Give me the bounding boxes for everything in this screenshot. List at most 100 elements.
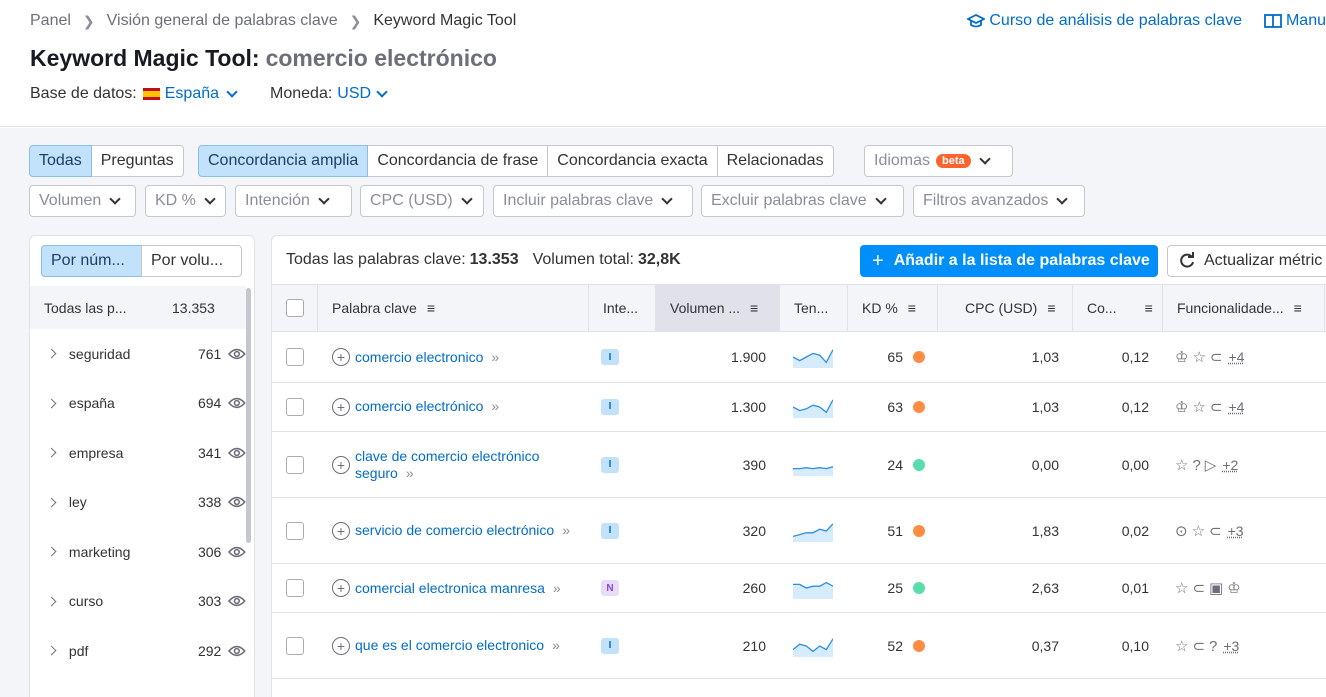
row-checkbox[interactable] xyxy=(286,636,304,655)
intent-badge: N xyxy=(601,580,619,596)
update-metrics-button[interactable]: Actualizar métric xyxy=(1167,245,1326,277)
keyword-link[interactable]: que es el comercio electronico » xyxy=(355,637,560,654)
serp-feature-icons: ☆?▷ xyxy=(1175,456,1221,474)
group-item[interactable]: ley 338 xyxy=(30,478,247,528)
breadcrumb-panel[interactable]: Panel xyxy=(30,12,71,30)
header-volume[interactable]: Volumen ... ≡ xyxy=(656,285,780,331)
row-checkbox[interactable] xyxy=(286,348,304,367)
header-cpc[interactable]: CPC (USD) ≡ xyxy=(938,285,1073,331)
filter-intent[interactable]: Intención xyxy=(235,185,352,217)
tab-questions[interactable]: Preguntas xyxy=(90,145,184,177)
add-keyword-icon[interactable]: + xyxy=(332,348,350,367)
row-checkbox[interactable] xyxy=(286,397,304,416)
double-chevron-icon[interactable]: » xyxy=(406,465,414,481)
double-chevron-icon[interactable]: » xyxy=(552,637,560,653)
more-features-link[interactable]: +3 xyxy=(1228,523,1244,539)
add-keyword-icon[interactable]: + xyxy=(332,521,350,540)
eye-icon[interactable] xyxy=(228,496,247,508)
competition-value: 0,01 xyxy=(1121,580,1149,596)
eye-icon[interactable] xyxy=(228,397,247,409)
add-keyword-icon[interactable]: + xyxy=(332,397,350,416)
header-intent[interactable]: Inte... xyxy=(589,285,656,331)
add-keyword-icon[interactable]: + xyxy=(332,455,350,474)
tab-broad-match[interactable]: Concordancia amplia xyxy=(198,145,369,177)
more-features-link[interactable]: +4 xyxy=(1228,349,1244,365)
manual-link[interactable]: Manu xyxy=(1264,12,1326,30)
chevron-right-icon[interactable] xyxy=(46,398,57,409)
double-chevron-icon[interactable]: » xyxy=(562,522,570,538)
course-link[interactable]: Curso de análisis de palabras clave xyxy=(967,12,1242,30)
chevron-right-icon[interactable] xyxy=(46,596,57,607)
group-item[interactable]: españa 694 xyxy=(30,379,247,429)
group-item[interactable]: marketing 306 xyxy=(30,527,247,577)
header-select-all[interactable] xyxy=(272,285,318,331)
eye-icon[interactable] xyxy=(228,447,247,459)
filter-cpc[interactable]: CPC (USD) xyxy=(360,185,484,217)
row-select[interactable] xyxy=(286,564,304,612)
filter-volume[interactable]: Volumen xyxy=(29,185,136,217)
breadcrumb-overview[interactable]: Visión general de palabras clave xyxy=(107,12,338,30)
group-all-row[interactable]: Todas las p... 13.353 xyxy=(30,286,246,329)
languages-dropdown[interactable]: Idiomas beta xyxy=(864,145,1013,177)
chevron-right-icon[interactable] xyxy=(46,546,57,557)
add-to-keyword-list-button[interactable]: + Añadir a la lista de palabras clave xyxy=(860,245,1158,277)
tab-phrase-match[interactable]: Concordancia de frase xyxy=(367,145,549,177)
eye-icon[interactable] xyxy=(228,645,247,657)
tab-related[interactable]: Relacionadas xyxy=(716,145,834,177)
chevron-right-icon[interactable] xyxy=(46,645,57,656)
double-chevron-icon[interactable]: » xyxy=(553,580,561,596)
filter-include-keywords[interactable]: Incluir palabras clave xyxy=(493,185,693,217)
keyword-link[interactable]: comercial electronica manresa » xyxy=(355,580,561,597)
keyword-link[interactable]: comercio electronico » xyxy=(355,349,499,366)
double-chevron-icon[interactable]: » xyxy=(491,398,499,414)
header-keyword[interactable]: Palabra clave ≡ xyxy=(318,285,589,331)
group-item[interactable]: seguridad 761 xyxy=(30,329,247,379)
row-select[interactable] xyxy=(286,432,304,497)
chevron-down-icon xyxy=(874,193,887,205)
row-checkbox[interactable] xyxy=(286,521,304,540)
tab-by-number[interactable]: Por núm... xyxy=(41,245,142,277)
database-selector[interactable]: España xyxy=(137,85,240,103)
select-all-checkbox[interactable] xyxy=(286,299,304,317)
row-checkbox[interactable] xyxy=(286,579,304,597)
sort-icon: ≡ xyxy=(1047,300,1056,316)
tab-exact-match[interactable]: Concordancia exacta xyxy=(547,145,718,177)
filter-advanced[interactable]: Filtros avanzados xyxy=(913,185,1085,217)
more-features-link[interactable]: +3 xyxy=(1223,638,1239,654)
add-keyword-icon[interactable]: + xyxy=(332,579,350,597)
keyword-link[interactable]: comercio electrónico » xyxy=(355,398,499,415)
more-features-link[interactable]: +2 xyxy=(1222,457,1238,473)
kd-value: 63 xyxy=(887,398,903,415)
eye-icon[interactable] xyxy=(228,546,247,558)
double-chevron-icon[interactable]: » xyxy=(491,349,499,365)
page-title-query: comercio electrónico xyxy=(265,45,497,71)
group-item[interactable]: pdf 292 xyxy=(30,626,247,676)
keyword-link[interactable]: servicio de comercio electrónico » xyxy=(355,522,570,539)
chevron-right-icon[interactable] xyxy=(46,497,57,508)
row-select[interactable] xyxy=(286,498,304,563)
competition-value: 0,12 xyxy=(1121,349,1149,366)
add-keyword-icon[interactable]: + xyxy=(332,636,350,655)
header-kd[interactable]: KD % ≡ xyxy=(848,285,938,331)
keyword-link[interactable]: clave de comercio electrónico seguro » xyxy=(355,448,539,482)
tab-by-volume[interactable]: Por volu... xyxy=(141,245,242,277)
currency-selector[interactable]: USD xyxy=(337,85,390,103)
eye-icon[interactable] xyxy=(228,348,247,360)
row-checkbox[interactable] xyxy=(286,455,304,474)
filter-exclude-keywords[interactable]: Excluir palabras clave xyxy=(701,185,904,217)
header-serp-features[interactable]: Funcionalidade... ≡ xyxy=(1163,285,1325,331)
row-select[interactable] xyxy=(286,613,304,678)
header-trend[interactable]: Ten... xyxy=(780,285,848,331)
row-select[interactable] xyxy=(286,383,304,432)
chevron-right-icon[interactable] xyxy=(46,447,57,458)
group-item[interactable]: empresa 341 xyxy=(30,428,247,478)
tab-all[interactable]: Todas xyxy=(29,145,92,177)
header-competition[interactable]: Co... ≡ xyxy=(1073,285,1163,331)
more-features-link[interactable]: +4 xyxy=(1228,399,1244,415)
row-select[interactable] xyxy=(286,333,304,382)
group-item[interactable]: curso 303 xyxy=(30,577,247,627)
chevron-right-icon[interactable] xyxy=(46,348,57,359)
sidebar-scrollbar[interactable] xyxy=(246,288,251,543)
eye-icon[interactable] xyxy=(228,595,247,607)
filter-kd[interactable]: KD % xyxy=(145,185,226,217)
